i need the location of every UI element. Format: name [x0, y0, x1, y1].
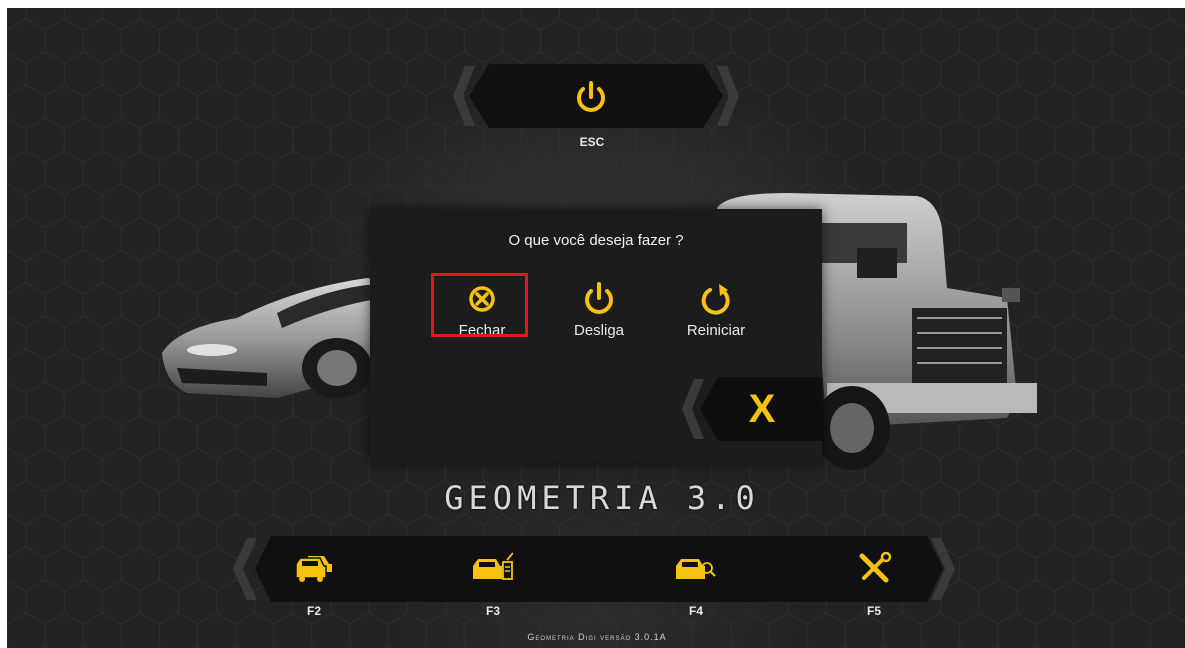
shutdown-button[interactable]: Desliga [547, 281, 651, 345]
shutdown-label: Desliga [573, 322, 625, 339]
app-logo: GEOMETRIA 3.0 [444, 479, 760, 517]
restart-icon [701, 284, 730, 315]
f3-key-label: F3 [485, 604, 500, 618]
action-dialog: O que você deseja fazer ? Fechar Desliga… [370, 209, 822, 463]
selection-highlight [431, 273, 528, 337]
version-text: Geometria Digi versão 3.0.1A [527, 632, 667, 642]
f2-key-label: F2 [306, 604, 321, 618]
power-icon [585, 282, 613, 314]
two-cars-icon [295, 556, 332, 582]
toolbar-f5-button[interactable]: F5 [839, 548, 909, 618]
toolbar-f3-button[interactable]: F3 [458, 548, 528, 618]
car-document-icon [473, 552, 513, 580]
restart-label: Reiniciar [686, 322, 746, 339]
restart-button[interactable]: Reiniciar [664, 281, 768, 345]
f5-key-label: F5 [866, 604, 881, 618]
dialog-title: O que você deseja fazer ? [508, 232, 684, 249]
esc-label: ESC [579, 135, 605, 149]
dialog-close-button[interactable]: X [742, 385, 782, 433]
tools-icon [859, 552, 892, 583]
app-screen: ESC O que você deseja fazer ? Fechar Des… [7, 8, 1185, 648]
power-icon[interactable] [574, 80, 608, 116]
toolbar-f4-button[interactable]: F4 [661, 548, 731, 618]
toolbar-f2-button[interactable]: F2 [279, 548, 349, 618]
car-search-icon [676, 559, 716, 579]
f4-key-label: F4 [688, 604, 703, 618]
